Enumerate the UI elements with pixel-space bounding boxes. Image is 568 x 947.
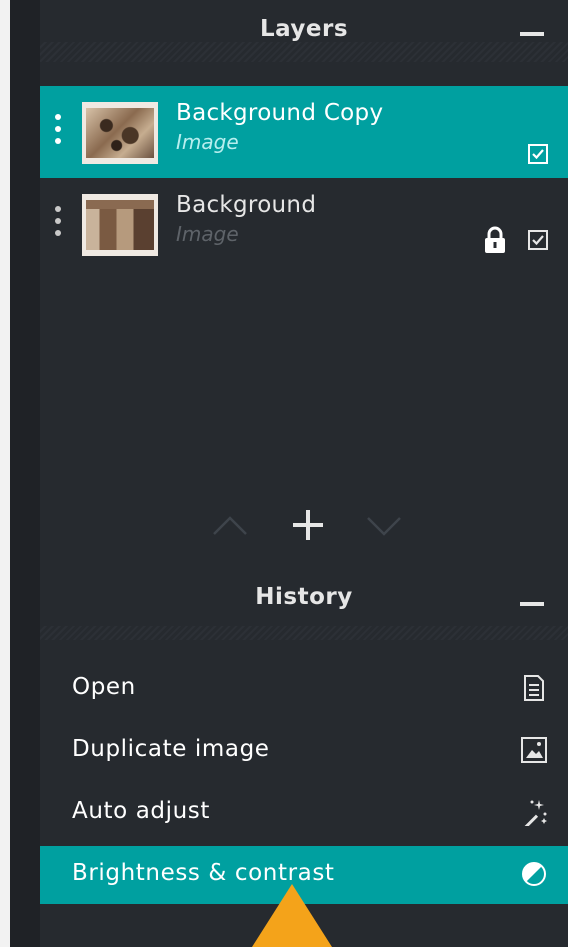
- magic-wand-icon: [524, 800, 547, 826]
- history-item-duplicate-image[interactable]: Duplicate image: [40, 722, 568, 780]
- history-collapse-button[interactable]: [520, 602, 544, 606]
- contrast-icon: [522, 862, 546, 886]
- move-down-icon[interactable]: [366, 514, 402, 536]
- layers-collapse-button[interactable]: [520, 32, 544, 36]
- history-item-open[interactable]: Open: [40, 660, 568, 718]
- layers-panel: Layers Background Copy Image Background …: [40, 0, 568, 540]
- layer-visibility-checkbox[interactable]: [528, 230, 548, 250]
- layers-panel-header: Layers: [40, 0, 568, 62]
- history-item-label: Auto adjust: [72, 798, 210, 824]
- add-layer-icon[interactable]: [290, 508, 326, 542]
- move-up-icon[interactable]: [212, 514, 248, 536]
- layer-name: Background: [176, 192, 317, 218]
- pointer-arrow: [252, 884, 332, 947]
- layer-thumbnail: [82, 194, 158, 256]
- history-item-label: Open: [72, 674, 136, 700]
- layers-panel-title: Layers: [259, 16, 349, 42]
- history-panel-header: History: [40, 540, 568, 640]
- history-item-label: Duplicate image: [72, 736, 270, 762]
- lock-icon[interactable]: [484, 226, 506, 258]
- image-icon: [521, 737, 547, 763]
- layer-thumbnail: [82, 102, 158, 164]
- history-item-label: Brightness & contrast: [72, 860, 335, 886]
- left-edge: [0, 0, 10, 947]
- history-item-auto-adjust[interactable]: Auto adjust: [40, 784, 568, 842]
- layer-row-background-copy[interactable]: Background Copy Image: [40, 86, 568, 178]
- left-gutter: [10, 0, 40, 947]
- drag-handle-icon[interactable]: [55, 114, 61, 150]
- layer-type: Image: [176, 130, 239, 154]
- document-icon: [524, 675, 544, 701]
- drag-handle-icon[interactable]: [55, 206, 61, 242]
- header-divider: [40, 626, 568, 640]
- header-divider: [40, 42, 568, 62]
- layer-type: Image: [176, 222, 239, 246]
- layer-name: Background Copy: [176, 100, 384, 126]
- layer-row-background[interactable]: Background Image: [40, 178, 568, 270]
- history-panel-title: History: [255, 584, 353, 610]
- layer-visibility-checkbox[interactable]: [528, 144, 548, 164]
